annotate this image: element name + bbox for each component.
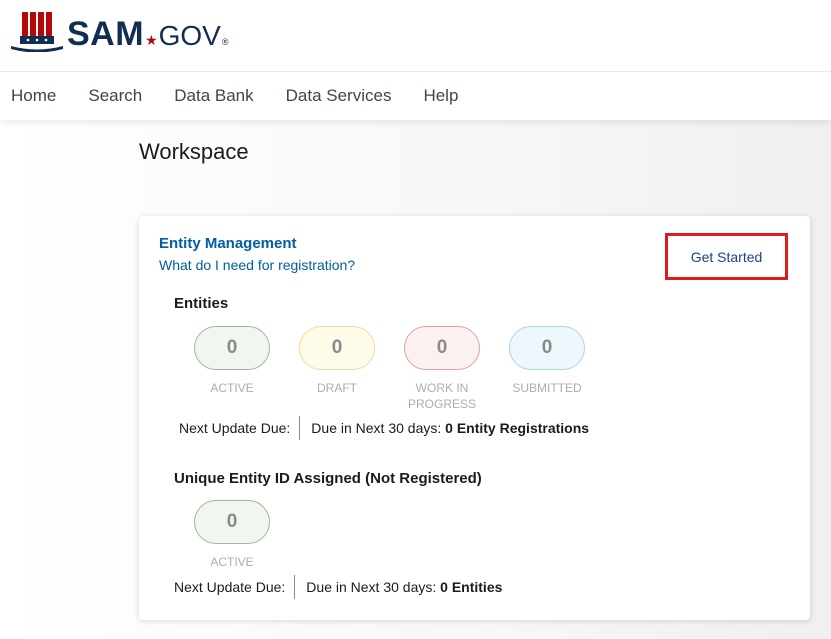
page-title: Workspace [139,139,249,164]
uncle-sam-hat-icon [11,12,63,52]
entities-submitted-stat[interactable]: 0 SUBMITTED [509,326,585,396]
logo-gov-text: GOV [158,20,221,51]
logo-sam-text: SAM [67,15,145,53]
entities-section-title: Entities [174,295,229,312]
logo-wordmark: SAM ★ GOV ® [67,8,229,53]
main-nav: Home Search Data Bank Data Services Help [0,72,831,120]
registered-mark: ® [221,37,229,47]
nav-item-search[interactable]: Search [88,86,142,106]
entities-next-update-row: Next Update Due: Due in Next 30 days: 0 … [179,416,589,440]
ueid-active-count: 0 [194,500,270,544]
due-prefix: Due in Next 30 days: [311,420,442,436]
entities-work-in-progress-stat[interactable]: 0 WORK IN PROGRESS [404,326,480,412]
active-count: 0 [194,326,270,370]
ueid-section-title: Unique Entity ID Assigned (Not Registere… [174,470,482,487]
sam-gov-logo[interactable]: SAM ★ GOV ® [11,8,229,53]
submitted-count: 0 [509,326,585,370]
work-in-progress-count: 0 [404,326,480,370]
nav-item-data-services[interactable]: Data Services [286,86,392,106]
nav-item-help[interactable]: Help [423,86,458,106]
due-in-next-30-days: Due in Next 30 days: 0 Entity Registrati… [311,420,589,436]
ueid-due-prefix: Due in Next 30 days: [306,579,437,595]
ueid-next-update-row: Next Update Due: Due in Next 30 days: 0 … [174,575,502,599]
draft-label: DRAFT [317,381,357,395]
submitted-label: SUBMITTED [512,381,582,395]
entity-management-card: Entity Management What do I need for reg… [139,216,810,620]
ueid-active-stat[interactable]: 0 ACTIVE [194,500,270,570]
ueid-due-in-next-30-days: Due in Next 30 days: 0 Entities [306,579,502,595]
entities-active-stat[interactable]: 0 ACTIVE [194,326,270,396]
main-content: Workspace Entity Management What do I ne… [0,120,831,639]
ueid-active-label: ACTIVE [210,555,254,569]
logo-star-icon: ★ [145,32,158,48]
nav-item-home[interactable]: Home [11,86,56,106]
entity-registrations-count: 0 Entity Registrations [445,420,590,436]
entities-draft-stat[interactable]: 0 DRAFT [299,326,375,396]
entity-management-link[interactable]: Entity Management [159,235,297,252]
divider [294,575,296,599]
work-in-progress-label: WORK IN PROGRESS [407,381,476,411]
active-label: ACTIVE [210,381,254,395]
site-header: SAM ★ GOV ® [0,0,831,72]
divider [299,416,301,440]
ueid-next-update-due-label: Next Update Due: [174,579,286,595]
get-started-button[interactable]: Get Started [665,233,788,280]
nav-item-data-bank[interactable]: Data Bank [174,86,253,106]
entities-count: 0 Entities [440,579,503,595]
registration-requirements-link[interactable]: What do I need for registration? [159,257,355,273]
draft-count: 0 [299,326,375,370]
next-update-due-label: Next Update Due: [179,420,291,436]
